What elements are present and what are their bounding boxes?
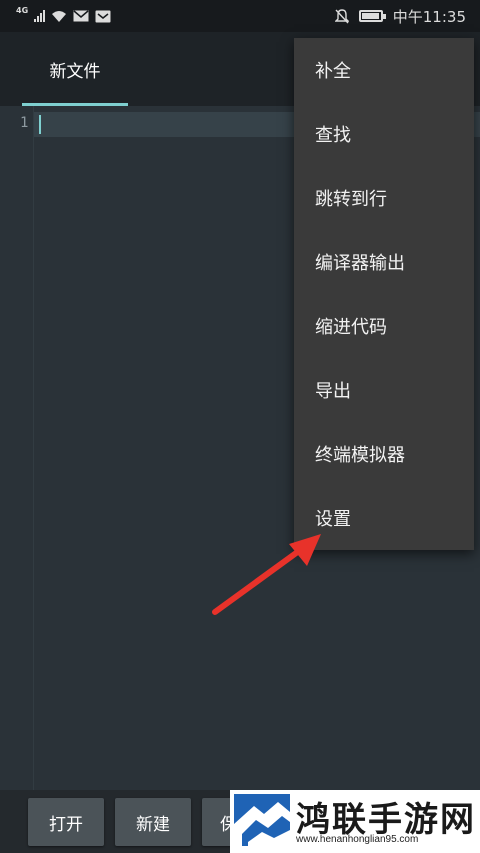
annotation-arrow-icon (212, 534, 321, 615)
watermark-logo-icon (234, 794, 290, 846)
status-bar: 4G 中午11:35 (0, 0, 480, 32)
menu-item-terminal-emulator[interactable]: 终端模拟器 (294, 422, 474, 486)
watermark-url: www.henanhonglian95.com (296, 834, 419, 845)
wifi-icon (52, 10, 67, 22)
menu-item-goto-line[interactable]: 跳转到行 (294, 166, 474, 230)
menu-item-indent-code[interactable]: 缩进代码 (294, 294, 474, 358)
clock: 中午11:35 (392, 7, 466, 26)
mail-icon (73, 10, 89, 22)
overflow-menu: 补全 查找 跳转到行 编译器输出 缩进代码 导出 终端模拟器 设置 (294, 38, 474, 550)
status-left: 4G (16, 6, 111, 23)
mute-icon (334, 8, 349, 23)
menu-item-compiler-output[interactable]: 编译器输出 (294, 230, 474, 294)
status-right: 中午11:35 (334, 6, 466, 27)
text-caret (39, 115, 41, 134)
network-type: 4G (16, 6, 29, 15)
line-number: 1 (20, 115, 29, 131)
battery-icon (358, 10, 386, 22)
gutter-divider (33, 106, 34, 790)
menu-item-find[interactable]: 查找 (294, 102, 474, 166)
new-button[interactable]: 新建 (115, 798, 191, 846)
menu-item-autocomplete[interactable]: 补全 (294, 38, 474, 102)
signal-icon (34, 10, 46, 22)
notification-icon (95, 10, 111, 22)
menu-item-export[interactable]: 导出 (294, 358, 474, 422)
watermark: 鸿联手游网 www.henanhonglian95.com (230, 790, 480, 853)
open-button[interactable]: 打开 (28, 798, 104, 846)
tab-new-file[interactable]: 新文件 (22, 32, 128, 106)
